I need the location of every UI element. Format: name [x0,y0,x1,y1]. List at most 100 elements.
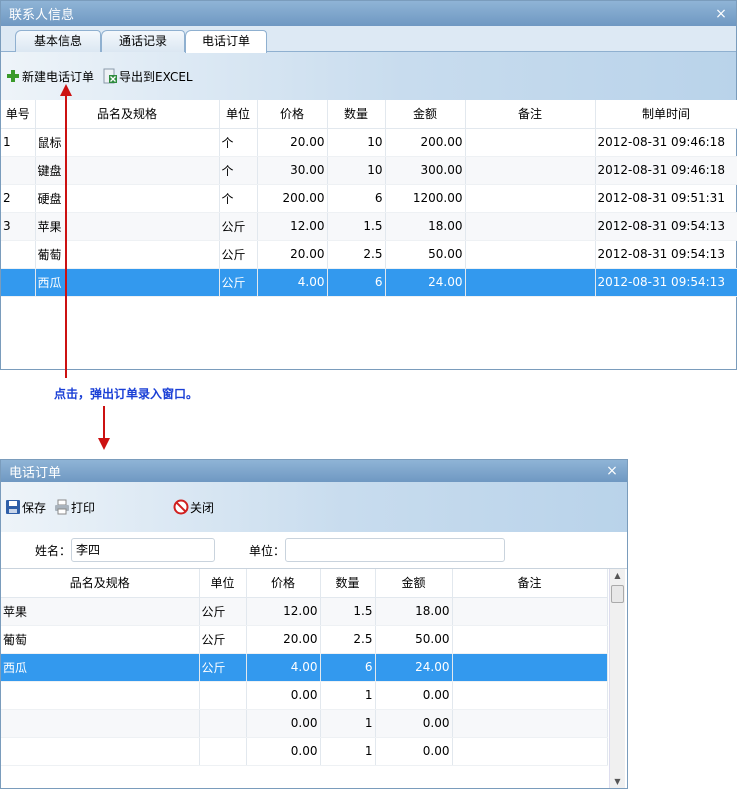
column-header[interactable]: 价格 [257,100,328,129]
save-icon [6,500,20,514]
new-phone-order-button[interactable]: 新建电话订单 [5,68,94,85]
close-icon[interactable]: × [601,462,623,480]
scroll-up-icon[interactable]: ▲ [610,569,625,583]
column-header[interactable]: 数量 [320,569,376,598]
column-header[interactable]: 金额 [385,100,466,129]
qty-cell[interactable]: 1 [320,737,376,766]
column-header[interactable]: 单号 [1,100,36,129]
column-header[interactable]: 制单时间 [595,100,737,129]
order-no-cell: 3 [1,212,36,241]
note-cell[interactable] [452,597,608,626]
note-cell [465,184,596,213]
table-row[interactable]: 苹果 公斤 12.00 1.5 18.00 [1,597,608,626]
column-header[interactable]: 单位 [219,100,258,129]
column-header[interactable]: 数量 [327,100,386,129]
note-cell[interactable] [452,709,608,738]
save-button[interactable]: 保存 [5,499,46,516]
price-cell: 20.00 [257,240,328,269]
unit-cell: 公斤 [219,240,258,269]
order-window-titlebar[interactable]: 电话订单 × [1,460,627,482]
qty-cell: 2.5 [327,240,386,269]
table-row[interactable]: 葡萄 公斤 20.00 2.5 50.00 [1,625,608,654]
note-cell[interactable] [452,681,608,710]
close-label: 关闭 [190,500,215,515]
tab-call-records[interactable]: 通话记录 [101,30,185,52]
table-row-selected[interactable]: 西瓜 公斤 4.00 6 24.00 2012-08-31 09:54:13 [1,268,737,297]
unit-cell: 个 [219,156,258,185]
item-name-cell[interactable]: 苹果 [1,597,200,626]
unit-field[interactable] [285,538,506,562]
table-row[interactable]: 2 硬盘 个 200.00 6 1200.00 2012-08-31 09:51… [1,184,737,213]
contact-window-titlebar[interactable]: 联系人信息 × [1,1,736,26]
price-cell[interactable]: 0.00 [246,709,321,738]
unit-cell[interactable] [199,737,247,766]
note-cell[interactable] [452,625,608,654]
order-no-cell [1,268,36,297]
column-header[interactable]: 备注 [452,569,608,598]
qty-cell[interactable]: 1.5 [320,597,376,626]
tab-basic-info[interactable]: 基本信息 [15,30,101,52]
close-icon[interactable]: × [710,5,732,23]
price-cell[interactable]: 12.00 [246,597,321,626]
column-header[interactable]: 价格 [246,569,321,598]
unit-cell[interactable]: 公斤 [199,625,247,654]
price-cell: 200.00 [257,184,328,213]
column-header[interactable]: 品名及规格 [1,569,200,598]
note-cell[interactable] [452,737,608,766]
item-name-cell[interactable] [1,681,200,710]
vertical-scrollbar[interactable]: ▲ ▼ [609,569,625,788]
table-row[interactable]: 键盘 个 30.00 10 300.00 2012-08-31 09:46:18 [1,156,737,185]
qty-cell[interactable]: 1 [320,681,376,710]
price-cell[interactable]: 0.00 [246,681,321,710]
export-excel-button[interactable]: 导出到EXCEL [102,68,193,85]
close-button[interactable]: 关闭 [173,499,214,516]
qty-cell: 10 [327,156,386,185]
export-excel-icon [103,68,118,84]
time-cell: 2012-08-31 09:51:31 [595,184,737,213]
item-name-cell[interactable] [1,709,200,738]
column-header[interactable]: 备注 [465,100,596,129]
table-row-selected[interactable]: 西瓜 公斤 4.00 6 24.00 [1,653,608,682]
qty-cell[interactable]: 6 [320,653,376,682]
tab-strip: 基本信息 通话记录 电话订单 [1,26,736,53]
item-name-cell[interactable]: 西瓜 [1,653,200,682]
amount-cell: 24.00 [385,268,466,297]
unit-cell[interactable] [199,681,247,710]
printer-icon [55,499,70,515]
table-row[interactable]: 0.00 1 0.00 [1,737,608,766]
column-header[interactable]: 品名及规格 [35,100,220,129]
price-cell[interactable]: 4.00 [246,653,321,682]
note-cell [465,156,596,185]
price-cell[interactable]: 20.00 [246,625,321,654]
unit-label: 单位： [249,543,286,558]
print-button[interactable]: 打印 [54,499,95,516]
qty-cell[interactable]: 1 [320,709,376,738]
table-row[interactable]: 0.00 1 0.00 [1,681,608,710]
unit-cell[interactable] [199,709,247,738]
table-row[interactable]: 1 鼠标 个 20.00 10 200.00 2012-08-31 09:46:… [1,128,737,157]
item-name-cell[interactable] [1,737,200,766]
print-label: 打印 [71,500,96,515]
unit-cell: 公斤 [219,212,258,241]
table-row[interactable]: 葡萄 公斤 20.00 2.5 50.00 2012-08-31 09:54:1… [1,240,737,269]
scroll-down-icon[interactable]: ▼ [610,775,625,788]
name-field[interactable]: 李四 [71,538,216,562]
note-cell [465,268,596,297]
unit-cell[interactable]: 公斤 [199,653,247,682]
item-name-cell[interactable]: 葡萄 [1,625,200,654]
price-cell: 12.00 [257,212,328,241]
qty-cell: 1.5 [327,212,386,241]
column-header[interactable]: 单位 [199,569,247,598]
order-no-cell [1,156,36,185]
table-row[interactable]: 3 苹果 公斤 12.00 1.5 18.00 2012-08-31 09:54… [1,212,737,241]
unit-cell[interactable]: 公斤 [199,597,247,626]
price-cell[interactable]: 0.00 [246,737,321,766]
save-label: 保存 [22,500,47,515]
note-cell[interactable] [452,653,608,682]
column-header[interactable]: 金额 [375,569,453,598]
tab-phone-orders[interactable]: 电话订单 [185,30,267,53]
scroll-thumb[interactable] [611,585,624,603]
qty-cell[interactable]: 2.5 [320,625,376,654]
table-row[interactable]: 0.00 1 0.00 [1,709,608,738]
amount-cell: 24.00 [375,653,453,682]
